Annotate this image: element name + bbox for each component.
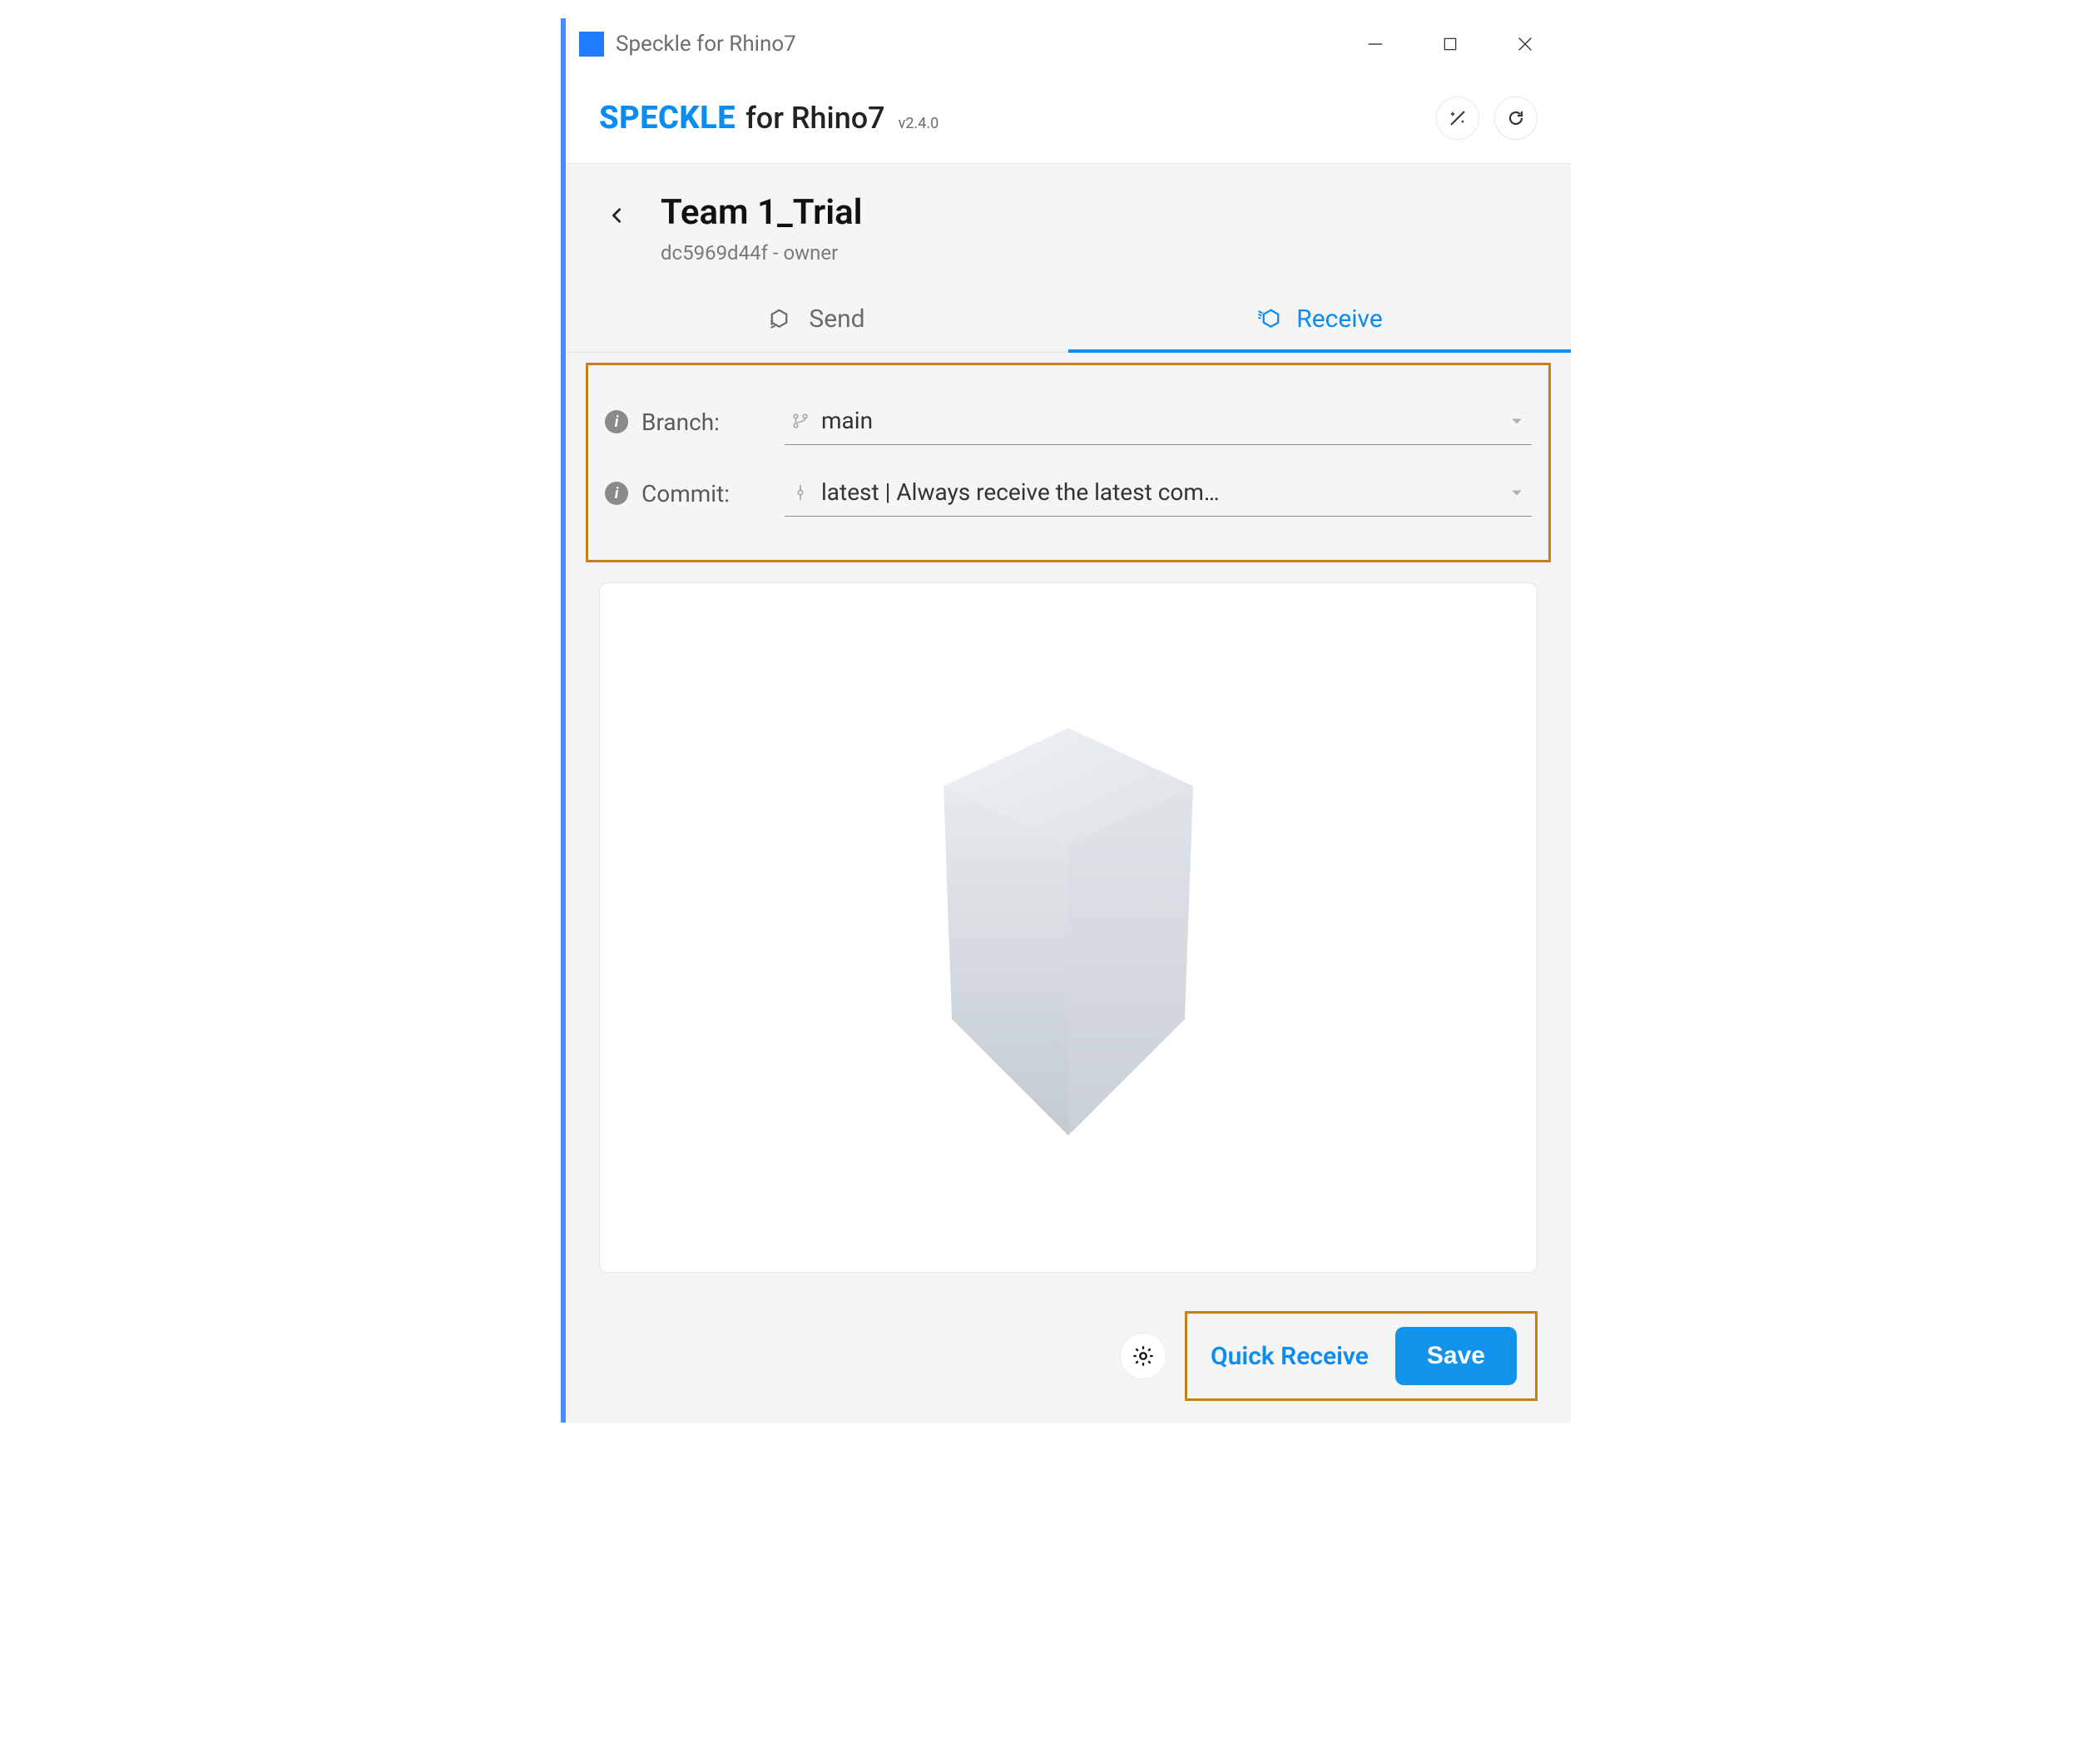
- stream-meta: dc5969d44f - owner: [661, 241, 863, 265]
- cube-shape-icon: [919, 711, 1218, 1144]
- refresh-icon: [1506, 108, 1526, 128]
- info-icon[interactable]: i: [605, 410, 628, 433]
- brand: SPECKLE for Rhino7 v2.4.0: [599, 100, 939, 136]
- chevron-down-icon: [1508, 484, 1525, 501]
- gear-icon: [1132, 1344, 1155, 1368]
- branch-value: main: [821, 407, 1497, 434]
- back-button[interactable]: [599, 197, 636, 234]
- branch-row: i Branch: main: [605, 398, 1532, 445]
- refresh-button[interactable]: [1494, 97, 1538, 140]
- info-icon[interactable]: i: [605, 482, 628, 505]
- save-button[interactable]: Save: [1395, 1327, 1517, 1385]
- tabs: Send Receive: [566, 286, 1571, 353]
- app-window: Speckle for Rhino7 SPECKLE for Rhino7 v2…: [561, 18, 1571, 1423]
- tab-receive[interactable]: Receive: [1068, 286, 1571, 352]
- close-button[interactable]: [1488, 18, 1563, 70]
- brand-for: for Rhino7: [745, 101, 885, 136]
- branch-icon: [791, 412, 810, 430]
- branch-label: Branch:: [641, 408, 771, 436]
- maximize-icon: [1442, 36, 1459, 52]
- stream-title: Team 1_Trial: [661, 192, 863, 233]
- chevron-left-icon: [608, 206, 627, 225]
- wand-icon: [1448, 108, 1468, 128]
- send-icon: [769, 307, 794, 332]
- branch-select[interactable]: main: [785, 398, 1532, 445]
- quick-receive-button[interactable]: Quick Receive: [1211, 1342, 1369, 1371]
- tab-send[interactable]: Send: [566, 286, 1068, 352]
- footer-row: Quick Receive Save: [566, 1296, 1571, 1423]
- titlebar: Speckle for Rhino7: [566, 18, 1571, 70]
- commit-icon: [791, 483, 810, 502]
- minimize-icon: [1366, 35, 1384, 53]
- commit-label: Commit:: [641, 480, 771, 507]
- titlebar-title: Speckle for Rhino7: [616, 32, 796, 57]
- settings-button[interactable]: [1120, 1333, 1166, 1379]
- window-controls: [1338, 18, 1563, 70]
- preview-3d-shape: [919, 711, 1218, 1144]
- brand-main: SPECKLE: [599, 100, 735, 136]
- receive-options-highlight: i Branch: main i Commit: latest | Always…: [586, 363, 1551, 562]
- minimize-button[interactable]: [1338, 18, 1413, 70]
- tab-receive-label: Receive: [1296, 304, 1383, 334]
- stream-title-block: Team 1_Trial dc5969d44f - owner: [661, 192, 863, 265]
- maximize-button[interactable]: [1413, 18, 1488, 70]
- header-row: SPECKLE for Rhino7 v2.4.0: [566, 70, 1571, 164]
- app-icon: [579, 32, 604, 57]
- brand-version: v2.4.0: [899, 115, 939, 132]
- header-actions: [1436, 97, 1538, 140]
- receive-icon: [1256, 307, 1281, 332]
- footer-highlight: Quick Receive Save: [1185, 1311, 1538, 1401]
- commit-value: latest | Always receive the latest com…: [821, 478, 1497, 506]
- chevron-down-icon: [1508, 413, 1525, 429]
- commit-select[interactable]: latest | Always receive the latest com…: [785, 470, 1532, 517]
- commit-row: i Commit: latest | Always receive the la…: [605, 470, 1532, 517]
- preview-card: [599, 582, 1538, 1273]
- stream-header: Team 1_Trial dc5969d44f - owner: [566, 164, 1571, 286]
- close-icon: [1516, 35, 1534, 53]
- tab-send-label: Send: [809, 304, 864, 334]
- content-area: Team 1_Trial dc5969d44f - owner Send Rec…: [566, 164, 1571, 1423]
- theme-button[interactable]: [1436, 97, 1479, 140]
